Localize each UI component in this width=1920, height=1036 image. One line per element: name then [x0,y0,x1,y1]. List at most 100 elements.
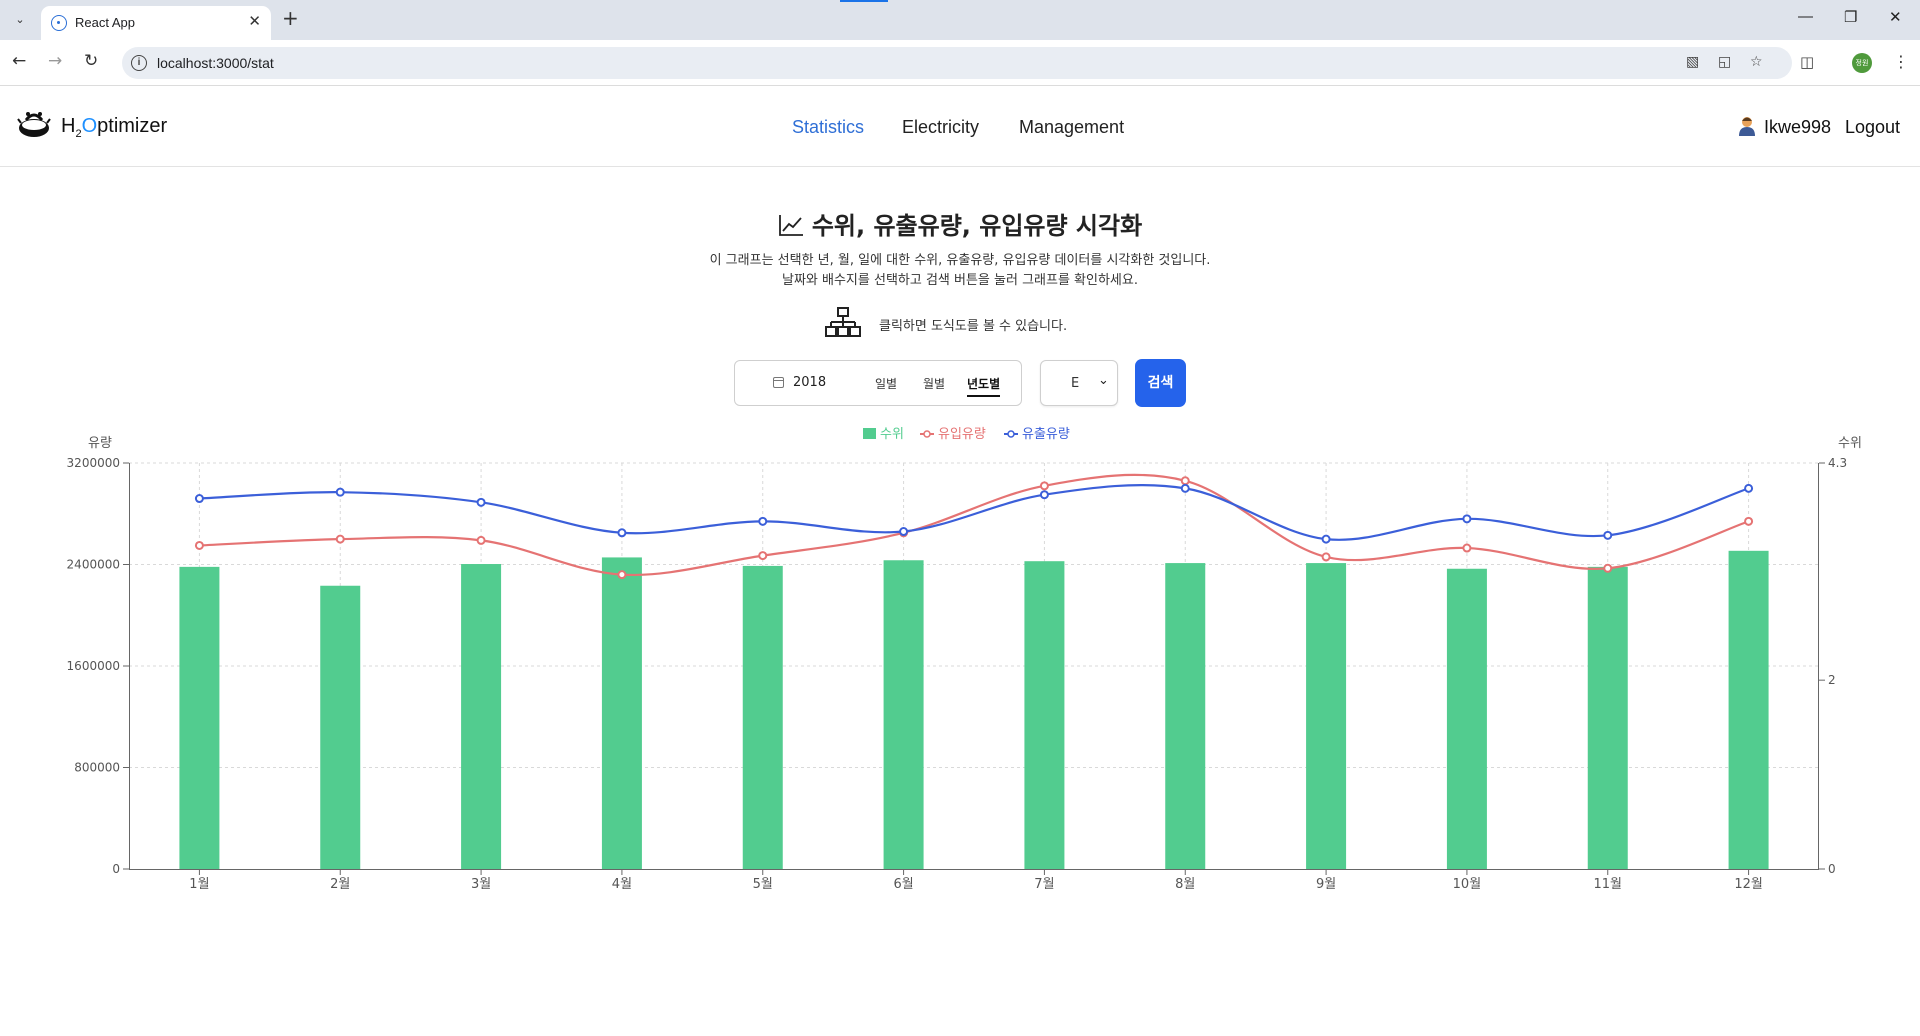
x-tick-label: 4월 [612,877,632,892]
logout-link[interactable]: Logout [1845,117,1900,138]
point-outflow [1039,490,1049,500]
left-tick-label: 3200000 [67,456,120,470]
react-favicon-icon [51,15,67,31]
x-tick-label: 8월 [1175,877,1195,892]
x-tick-label: 1월 [189,877,209,892]
point-outflow [899,527,909,537]
user-icon [1739,117,1755,136]
point-outflow [194,494,204,504]
browser-tab-bar: ⌄ React App ✕ + — ❐ ✕ [0,0,1920,40]
site-info-icon[interactable]: i [131,55,147,71]
bar-water-level [742,565,783,869]
point-outflow [1180,483,1190,493]
bar-water-level [320,585,361,869]
window-close-icon[interactable]: ✕ [1889,8,1902,26]
left-tick-label: 2400000 [67,558,120,572]
page-title: 수위, 유출유량, 유입유량 시각화 [0,206,1920,241]
close-tab-icon[interactable]: ✕ [248,12,261,30]
bar-water-level [883,560,924,869]
year-picker[interactable]: 2018 [793,375,826,390]
description-line-2: 날짜와 배수지를 선택하고 검색 버튼을 눌러 그래프를 확인하세요. [782,273,1138,288]
right-axis-title: 수위 [1838,436,1862,451]
point-outflow [617,528,627,538]
point-inflow [194,540,204,550]
point-inflow [1039,481,1049,491]
legend-label-water-level: 수위 [880,427,904,442]
bar-water-level [601,557,642,869]
back-icon[interactable]: ← [12,51,26,71]
point-outflow [335,487,345,497]
right-tick-label: 2 [1828,673,1836,687]
x-tick-label: 7월 [1034,877,1054,892]
translate-icon[interactable]: ◱ [1718,54,1731,70]
logo-rest: ptimizer [97,115,168,137]
site-select[interactable]: E ⌄ [1040,360,1118,406]
reload-icon[interactable]: ↻ [84,51,98,71]
page-title-text: 수위, 유출유량, 유입유량 시각화 [811,212,1143,240]
left-tick-label: 0 [112,862,120,876]
point-outflow [476,497,486,507]
mode-tab-daily[interactable]: 일별 [875,375,897,392]
point-outflow [1744,483,1754,493]
nav-electricity[interactable]: Electricity [902,117,979,138]
point-outflow [1321,534,1331,544]
point-outflow [1603,530,1613,540]
x-tick-label: 5월 [753,877,773,892]
x-tick-label: 12월 [1734,877,1763,892]
x-tick-label: 11월 [1593,877,1622,892]
bar-water-level [1446,568,1487,869]
address-bar[interactable]: i localhost:3000/stat ▧ ◱ ☆ [122,47,1792,79]
date-filter: 2018 일별 월별 년도별 [734,360,1022,406]
right-tick-label: 4.3 [1828,456,1847,470]
tab-list-icon[interactable]: ⌄ [9,9,31,31]
search-button[interactable]: 검색 [1135,359,1186,407]
new-tab-icon[interactable]: + [282,6,299,30]
left-axis-title: 유량 [88,436,112,451]
point-inflow [1321,552,1331,562]
right-tick-label: 0 [1828,862,1836,876]
mode-tab-yearly[interactable]: 년도별 [967,375,1001,397]
logo-h: H [61,115,76,137]
bar-water-level [1024,561,1065,869]
x-tick-label: 10월 [1453,877,1482,892]
point-inflow [476,535,486,545]
browser-menu-icon[interactable]: ⋮ [1893,52,1909,71]
nav-management[interactable]: Management [1019,117,1124,138]
logo-icon[interactable] [16,106,52,142]
chevron-down-icon: ⌄ [1098,373,1109,388]
url-text[interactable]: localhost:3000/stat [157,55,274,71]
app-header: H2Optimizer Statistics Electricity Manag… [0,87,1920,167]
point-outflow [758,516,768,526]
bar-water-level [1165,563,1206,869]
legend-label-inflow: 유입유량 [938,427,986,442]
point-inflow [617,570,627,580]
line-outflow [199,484,1749,541]
bookmark-star-icon[interactable]: ☆ [1750,54,1763,70]
logo-text[interactable]: H2Optimizer [61,115,167,140]
profile-avatar[interactable]: 정원 [1852,53,1872,73]
point-inflow [1603,563,1613,573]
line-chart-icon [778,215,803,236]
username[interactable]: Ikwe998 [1764,117,1831,138]
legend-marker-inflow [923,430,931,438]
point-outflow [1462,514,1472,524]
legend-swatch-water-level [863,428,876,439]
extensions-icon[interactable]: ◫ [1800,53,1814,71]
restore-icon[interactable]: ❐ [1844,8,1857,26]
bar-water-level [179,566,220,869]
x-tick-label: 9월 [1316,877,1336,892]
sitemap-diagram-icon[interactable] [825,306,861,338]
install-app-icon[interactable]: ▧ [1686,54,1699,70]
forward-icon[interactable]: → [48,51,62,71]
x-tick-label: 6월 [893,877,913,892]
mode-tab-monthly[interactable]: 월별 [923,375,945,392]
calendar-icon[interactable] [773,377,784,388]
bar-water-level [1306,563,1347,869]
legend-marker-outflow [1007,430,1015,438]
tab-title: React App [75,15,135,30]
left-tick-label: 800000 [74,761,120,775]
bar-water-level [1587,566,1628,869]
browser-tab[interactable]: React App ✕ [41,6,271,40]
nav-statistics[interactable]: Statistics [792,117,864,138]
minimize-icon[interactable]: — [1798,8,1813,25]
